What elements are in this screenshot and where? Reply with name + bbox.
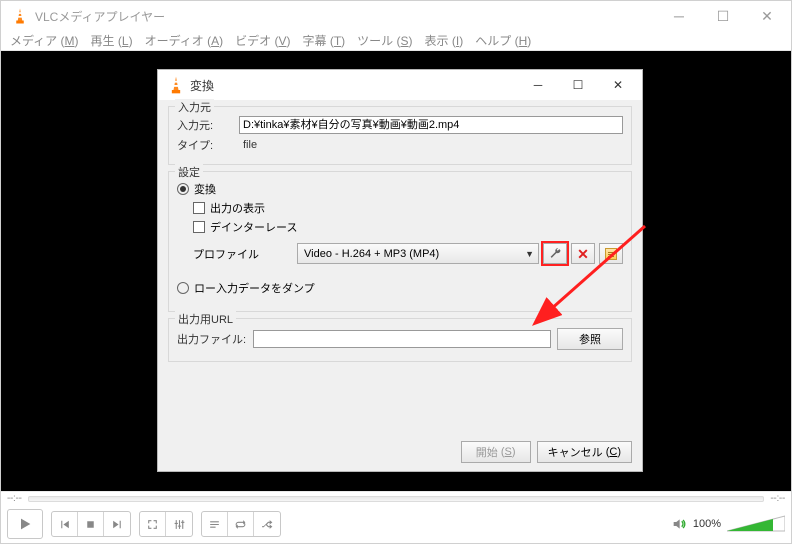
output-group: 出力用URL 出力ファイル: 参照 (168, 318, 632, 362)
playlist-icon (208, 518, 221, 531)
loop-icon (234, 518, 247, 531)
new-profile-button[interactable] (599, 243, 623, 264)
menubar: メディア (M) 再生 (L) オーディオ (A) ビデオ (V) 字幕 (T)… (1, 31, 791, 51)
radio-icon (177, 183, 189, 195)
volume-control[interactable]: 100% (671, 515, 785, 533)
checkbox-deinterlace[interactable]: デインターレース (193, 219, 623, 235)
radio-dump[interactable]: ロー入力データをダンプ (177, 280, 623, 296)
new-list-icon (605, 248, 617, 260)
menu-view[interactable]: 表示 (I) (420, 31, 469, 50)
dialog-minimize-button[interactable]: ─ (518, 71, 558, 99)
close-button[interactable]: ✕ (745, 1, 789, 31)
browse-button[interactable]: 参照 (557, 328, 623, 350)
profile-label: プロファイル (193, 246, 293, 262)
dialog-titlebar: 変換 ─ ☐ ✕ (158, 70, 642, 100)
time-total: --:-- (770, 493, 785, 504)
checkbox-icon (193, 202, 205, 214)
vlc-cone-icon (11, 7, 29, 25)
controls: 100% (1, 505, 791, 543)
source-group: 入力元 入力元: D:¥tinka¥素材¥自分の写真¥動画¥動画2.mp4 タイ… (168, 106, 632, 165)
playlist-button[interactable] (202, 512, 228, 536)
settings-legend: 設定 (175, 164, 203, 180)
loop-button[interactable] (228, 512, 254, 536)
fullscreen-icon (146, 518, 159, 531)
menu-playback[interactable]: 再生 (L) (86, 31, 138, 50)
equalizer-icon (173, 518, 186, 531)
source-path-input[interactable]: D:¥tinka¥素材¥自分の写真¥動画¥動画2.mp4 (239, 116, 623, 134)
delete-profile-button[interactable]: ✕ (571, 243, 595, 264)
radio-icon (177, 282, 189, 294)
dialog-title: 変換 (190, 77, 214, 94)
checkbox-display-label: 出力の表示 (210, 200, 265, 216)
vlc-cone-icon (166, 75, 186, 95)
minimize-button[interactable]: ─ (657, 1, 701, 31)
menu-audio[interactable]: オーディオ (A) (140, 31, 229, 50)
shuffle-button[interactable] (254, 512, 280, 536)
checkbox-icon (193, 221, 205, 233)
shuffle-icon (261, 518, 274, 531)
volume-slider[interactable] (727, 515, 785, 533)
radio-convert[interactable]: 変換 (177, 181, 623, 197)
window-title: VLCメディアプレイヤー (35, 8, 165, 25)
source-legend: 入力元 (175, 99, 214, 115)
stop-button[interactable] (78, 512, 104, 536)
seekbar-row: --:-- --:-- (1, 491, 791, 505)
seek-slider[interactable] (28, 496, 765, 502)
profile-combobox[interactable]: Video - H.264 + MP3 (MP4) ▼ (297, 243, 539, 264)
start-button[interactable]: 開始 (S) (461, 441, 531, 463)
time-elapsed: --:-- (7, 493, 22, 504)
skip-next-icon (111, 518, 124, 531)
radio-dump-label: ロー入力データをダンプ (194, 280, 315, 296)
prev-button[interactable] (52, 512, 78, 536)
chevron-down-icon: ▼ (525, 249, 534, 259)
speaker-icon (671, 516, 687, 532)
volume-percent: 100% (693, 518, 721, 530)
dialog-close-button[interactable]: ✕ (598, 71, 638, 99)
menu-subtitle[interactable]: 字幕 (T) (297, 31, 350, 50)
edit-profile-button[interactable] (543, 243, 567, 264)
play-button[interactable] (7, 509, 43, 539)
type-value: file (239, 139, 257, 151)
checkbox-display-output[interactable]: 出力の表示 (193, 200, 623, 216)
dialog-maximize-button[interactable]: ☐ (558, 71, 598, 99)
maximize-button[interactable]: ☐ (701, 1, 745, 31)
output-legend: 出力用URL (175, 311, 236, 327)
menu-media[interactable]: メディア (M) (5, 31, 84, 50)
titlebar: VLCメディアプレイヤー ─ ☐ ✕ (1, 1, 791, 31)
settings-group: 設定 変換 出力の表示 デインターレース プロファイル Video - H.26… (168, 171, 632, 312)
ext-settings-button[interactable] (166, 512, 192, 536)
skip-prev-icon (58, 518, 71, 531)
cancel-button[interactable]: キャンセル (C) (537, 441, 632, 463)
radio-convert-label: 変換 (194, 181, 216, 197)
source-label: 入力元: (177, 117, 233, 133)
checkbox-deinterlace-label: デインターレース (210, 219, 297, 235)
menu-tools[interactable]: ツール (S) (352, 31, 417, 50)
menu-video[interactable]: ビデオ (V) (230, 31, 295, 50)
type-label: タイプ: (177, 137, 233, 153)
play-icon (17, 516, 33, 532)
stop-icon (84, 518, 97, 531)
output-file-label: 出力ファイル: (177, 331, 247, 347)
wrench-icon (549, 247, 562, 260)
menu-help[interactable]: ヘルプ (H) (470, 31, 536, 50)
output-file-input[interactable] (253, 330, 551, 348)
convert-dialog: 変換 ─ ☐ ✕ 入力元 入力元: D:¥tinka¥素材¥自分の写真¥動画¥動… (157, 69, 643, 472)
fullscreen-button[interactable] (140, 512, 166, 536)
x-icon: ✕ (577, 247, 589, 261)
profile-value: Video - H.264 + MP3 (MP4) (304, 248, 439, 260)
next-button[interactable] (104, 512, 130, 536)
